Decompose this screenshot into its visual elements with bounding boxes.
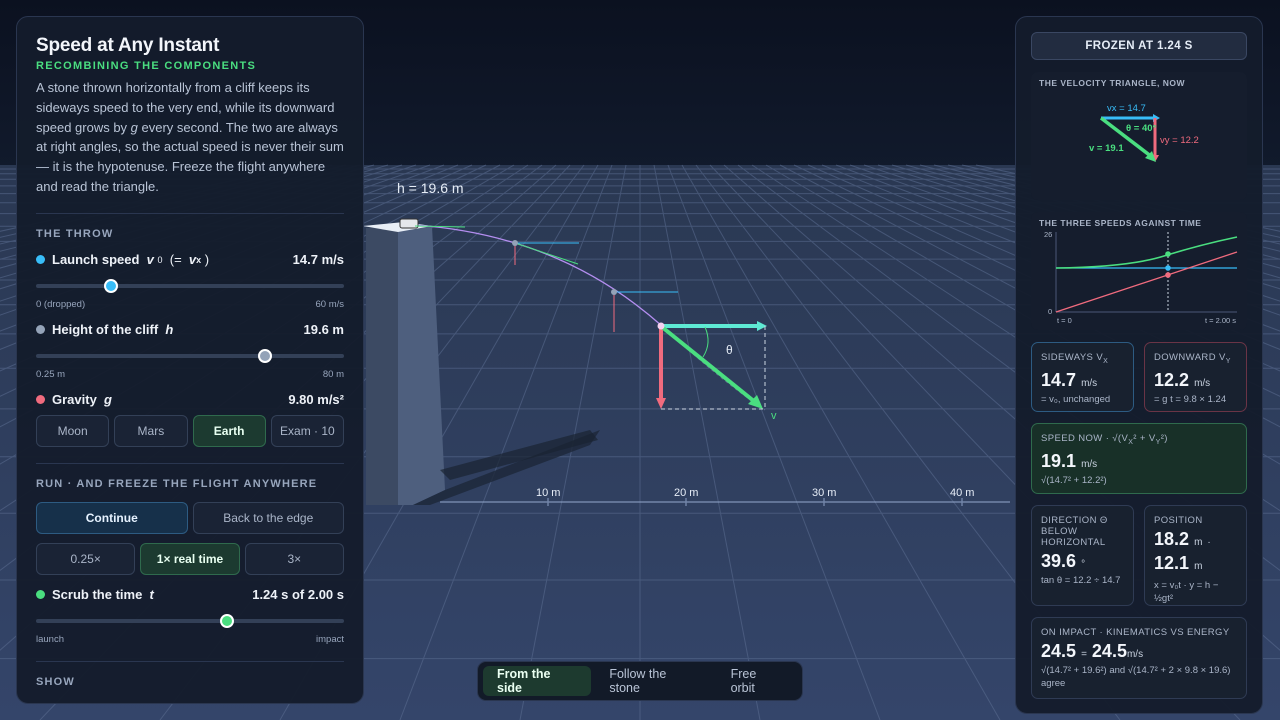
camera-toggle: From the side Follow the stone Free orbi… xyxy=(477,661,803,701)
position-value: 18.2 m · 12.1 m xyxy=(1154,529,1211,573)
gravity-exam-button[interactable]: Exam · 10 xyxy=(270,414,344,447)
gravity-earth-button[interactable]: Earth xyxy=(192,414,266,447)
sideways-value: 14.7 m/s xyxy=(1041,369,1098,390)
gravity-mars-button[interactable]: Mars xyxy=(114,414,188,447)
graph-ymax: 26 xyxy=(1044,230,1053,239)
launch-speed-thumb[interactable] xyxy=(104,278,119,293)
camera-follow-button[interactable]: Follow the stone xyxy=(595,666,712,696)
gravity-dot-icon xyxy=(36,395,45,405)
impact-value: 24.5 = 24.5m/s xyxy=(1041,641,1144,661)
cliff-height-thumb[interactable] xyxy=(258,348,273,363)
velocity-triangle-title: THE VELOCITY TRIANGLE, NOW xyxy=(1039,78,1186,88)
gravity-control: Gravity g 9.80 m/s² Moon Mars Earth Exam… xyxy=(36,392,344,447)
speeds-graph xyxy=(1055,232,1238,313)
divider xyxy=(36,212,344,214)
height-dot-icon xyxy=(36,325,45,335)
speed-now-value: 19.1 m/s xyxy=(1041,450,1098,471)
cliff-height-control: Height of the cliff h 19.6 m 0.25 m 80 m xyxy=(36,322,344,380)
divider xyxy=(36,660,344,662)
direction-label: DIRECTION Θ BELOW HORIZONTAL xyxy=(1041,515,1108,548)
speeds-graph-title: THE THREE SPEEDS AGAINST TIME xyxy=(1039,218,1202,228)
page-subtitle: RECOMBINING THE COMPONENTS xyxy=(36,60,257,72)
height-min: 0.25 m xyxy=(36,368,66,380)
gravity-label: Gravity xyxy=(52,392,97,408)
launch-max: 60 m/s xyxy=(315,298,344,310)
scrub-min: launch xyxy=(36,633,64,645)
launch-speed-control: Launch speed v 0 (= vx ) 14.7 m/s 0 (dro… xyxy=(36,252,344,310)
scrub-time-slider[interactable] xyxy=(36,609,344,633)
speed-triple-button[interactable]: 3× xyxy=(244,542,344,575)
downward-note: = g t = 9.8 × 1.24 xyxy=(1154,393,1227,405)
downward-label: DOWNWARD VY xyxy=(1154,352,1231,365)
position-label: POSITION xyxy=(1154,515,1203,526)
readout-panel: FROZEN AT 1.24 S THE VELOCITY TRIANGLE, … xyxy=(1015,16,1263,714)
camera-side-button[interactable]: From the side xyxy=(483,666,592,696)
scrub-dot-icon xyxy=(36,590,45,600)
camera-orbit-button[interactable]: Free orbit xyxy=(717,666,797,696)
direction-card: DIRECTION Θ BELOW HORIZONTAL 39.6 ° tan … xyxy=(1031,505,1134,606)
gravity-value: 9.80 m/s² xyxy=(288,392,344,408)
downward-value: 12.2 m/s xyxy=(1154,369,1211,390)
speed-now-card: SPEED NOW · √(VX² + VY²) 19.1 m/s √(14.7… xyxy=(1031,423,1247,494)
triangle-vx-label: vx = 14.7 xyxy=(1107,103,1146,114)
scrub-time-label: Scrub the time xyxy=(52,587,143,603)
position-note: x = v₀t · y = h − ½gt² xyxy=(1154,580,1219,604)
height-max: 80 m xyxy=(322,368,344,380)
direction-note: tan θ = 12.2 ÷ 14.7 xyxy=(1041,575,1121,586)
triangle-v-label: v = 19.1 xyxy=(1089,143,1124,154)
direction-value: 39.6 ° xyxy=(1041,551,1086,571)
sideways-speed-card: SIDEWAYS VX 14.7 m/s = v₀, unchanged xyxy=(1031,342,1134,412)
velocity-triangle-card: THE VELOCITY TRIANGLE, NOW vx = 14.7 θ =… xyxy=(1031,72,1247,200)
axis-tick-10: 10 m xyxy=(536,487,561,499)
intro-text: A stone thrown horizontally from a cliff… xyxy=(36,80,344,194)
speed-now-label: SPEED NOW · √(VX² + VY²) xyxy=(1041,433,1168,446)
gravity-moon-button[interactable]: Moon xyxy=(36,414,110,447)
speed-quarter-button[interactable]: 0.25× xyxy=(36,542,136,575)
impact-note: √(14.7² + 19.6²) and √(14.7² + 2 × 9.8 ×… xyxy=(1041,665,1231,689)
impact-card: ON IMPACT · KINEMATICS VS ENERGY 24.5 = … xyxy=(1031,617,1247,699)
triangle-theta-label: θ = 40° xyxy=(1126,123,1157,134)
cliff-height-label: Height of the cliff xyxy=(52,322,159,338)
cliff-height-value: 19.6 m xyxy=(303,322,344,338)
section-show: SHOW xyxy=(36,675,76,688)
position-card: POSITION 18.2 m · 12.1 m x = v₀t · y = h … xyxy=(1144,505,1247,606)
sideways-label: SIDEWAYS VX xyxy=(1041,352,1109,365)
graph-t0: t = 0 xyxy=(1057,316,1072,325)
launch-speed-label: Launch speed xyxy=(52,252,140,268)
theta-label: θ xyxy=(726,343,733,357)
section-run: RUN · AND FREEZE THE FLIGHT ANYWHERE xyxy=(36,477,318,490)
frozen-status-badge: FROZEN AT 1.24 S xyxy=(1031,32,1247,60)
divider xyxy=(36,462,344,464)
scrub-max: impact xyxy=(316,633,344,645)
height-label: h = 19.6 m xyxy=(397,180,464,196)
impact-label: ON IMPACT · KINEMATICS VS ENERGY xyxy=(1041,627,1230,638)
control-panel: Speed at Any Instant RECOMBINING THE COM… xyxy=(16,16,364,704)
downward-speed-card: DOWNWARD VY 12.2 m/s = g t = 9.8 × 1.24 xyxy=(1144,342,1247,412)
scrub-time-control: Scrub the time t 1.24 s of 2.00 s launch… xyxy=(36,587,344,645)
launch-min: 0 (dropped) xyxy=(36,298,86,310)
launch-speed-slider[interactable] xyxy=(36,274,344,298)
triangle-vy-label: vy = 12.2 xyxy=(1160,135,1199,146)
stone-launcher xyxy=(399,218,419,229)
launch-dot-icon xyxy=(36,255,45,265)
scrub-time-thumb[interactable] xyxy=(219,613,234,628)
back-to-edge-button[interactable]: Back to the edge xyxy=(192,501,344,534)
velocity-label: v xyxy=(771,410,777,422)
graph-t1: t = 2.00 s xyxy=(1205,316,1237,325)
launch-speed-value: 14.7 m/s xyxy=(292,252,344,268)
continue-button[interactable]: Continue xyxy=(36,501,188,534)
axis-tick-40: 40 m xyxy=(950,487,975,499)
section-throw: THE THROW xyxy=(36,227,114,240)
speed-now-note: √(14.7² + 12.2²) xyxy=(1041,474,1107,486)
axis-tick-20: 20 m xyxy=(674,487,699,499)
axis-tick-30: 30 m xyxy=(812,487,837,499)
page-title: Speed at Any Instant xyxy=(36,35,220,56)
cliff-height-slider[interactable] xyxy=(36,344,344,368)
speeds-graph-card: THE THREE SPEEDS AGAINST TIME 26 0 t = 0… xyxy=(1031,212,1247,330)
graph-ymin: 0 xyxy=(1048,307,1053,316)
speed-realtime-button[interactable]: 1× real time xyxy=(140,542,240,575)
sideways-note: = v₀, unchanged xyxy=(1041,393,1111,405)
scrub-time-value: 1.24 s of 2.00 s xyxy=(252,587,344,603)
